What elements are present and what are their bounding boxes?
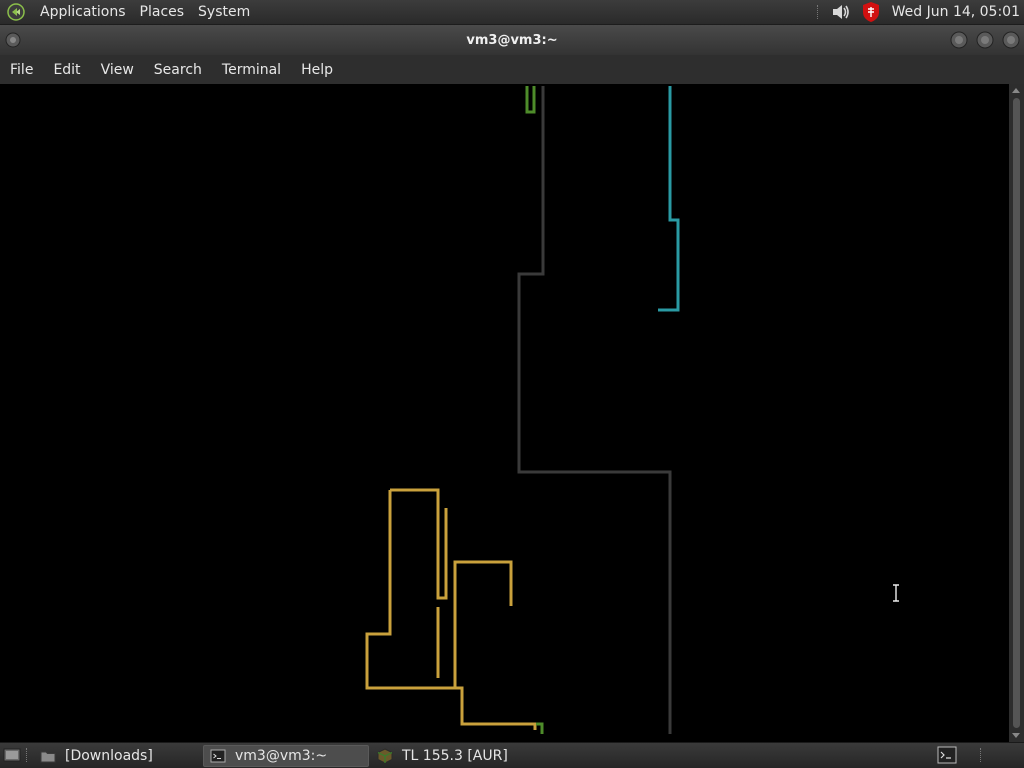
- security-shield-icon[interactable]: [860, 1, 882, 23]
- task-label: TL 155.3 [AUR]: [402, 748, 508, 764]
- menu-edit[interactable]: Edit: [43, 62, 90, 78]
- terminal-menubar: File Edit View Search Terminal Help: [0, 55, 1024, 84]
- pipes-drawing: [365, 86, 680, 734]
- scroll-down-icon[interactable]: [1012, 733, 1020, 738]
- taskbar-separator: [980, 748, 983, 762]
- folder-icon: [40, 751, 56, 763]
- terminal-area[interactable]: [0, 84, 1009, 742]
- pipe-gray: [517, 86, 672, 734]
- scrollbar-thumb[interactable]: [1013, 98, 1020, 728]
- window-title: vm3@vm3:~: [466, 32, 558, 48]
- tray-separator: [816, 5, 820, 19]
- pipe-green-top: [525, 86, 536, 114]
- minimize-icon[interactable]: [950, 31, 968, 49]
- pipe-green-bottom: [536, 722, 544, 734]
- menu-applications[interactable]: Applications: [33, 4, 133, 20]
- task-label: [Downloads]: [65, 748, 153, 764]
- menu-file[interactable]: File: [0, 62, 43, 78]
- taskbar-separator: [26, 748, 29, 762]
- volume-icon[interactable]: [830, 1, 852, 23]
- task-terminal[interactable]: vm3@vm3:~: [203, 745, 369, 767]
- menu-places[interactable]: Places: [133, 4, 192, 20]
- clock[interactable]: Wed Jun 14, 05:01: [892, 4, 1020, 20]
- bottom-panel: [Downloads] vm3@vm3:~ TL 155.3 [AUR]: [0, 742, 1024, 768]
- pipe-gold-main: [390, 488, 448, 600]
- package-icon: [377, 748, 393, 764]
- maximize-icon[interactable]: [976, 31, 994, 49]
- menu-view[interactable]: View: [91, 62, 144, 78]
- window-titlebar[interactable]: vm3@vm3:~: [0, 25, 1024, 55]
- scroll-up-icon[interactable]: [1012, 88, 1020, 93]
- terminal-icon: [210, 749, 226, 763]
- window-menu-icon[interactable]: [5, 32, 21, 48]
- pipe-gold-bottom: [455, 686, 537, 730]
- task-downloads[interactable]: [Downloads]: [34, 745, 200, 767]
- pipe-teal: [658, 86, 680, 312]
- tray-terminal-icon[interactable]: [937, 746, 957, 764]
- menu-system[interactable]: System: [191, 4, 257, 20]
- top-panel: Applications Places System Wed Jun 14, 0…: [0, 0, 1024, 25]
- task-label: vm3@vm3:~: [235, 748, 328, 764]
- menu-help[interactable]: Help: [291, 62, 343, 78]
- close-icon[interactable]: [1002, 31, 1020, 49]
- distro-logo-icon[interactable]: [7, 3, 25, 21]
- show-desktop-icon[interactable]: [3, 747, 21, 763]
- menu-terminal[interactable]: Terminal: [212, 62, 291, 78]
- ibeam-cursor-icon: [893, 584, 899, 602]
- menu-search[interactable]: Search: [144, 62, 212, 78]
- task-tl-aur[interactable]: TL 155.3 [AUR]: [371, 745, 571, 767]
- terminal-scrollbar[interactable]: [1009, 84, 1024, 742]
